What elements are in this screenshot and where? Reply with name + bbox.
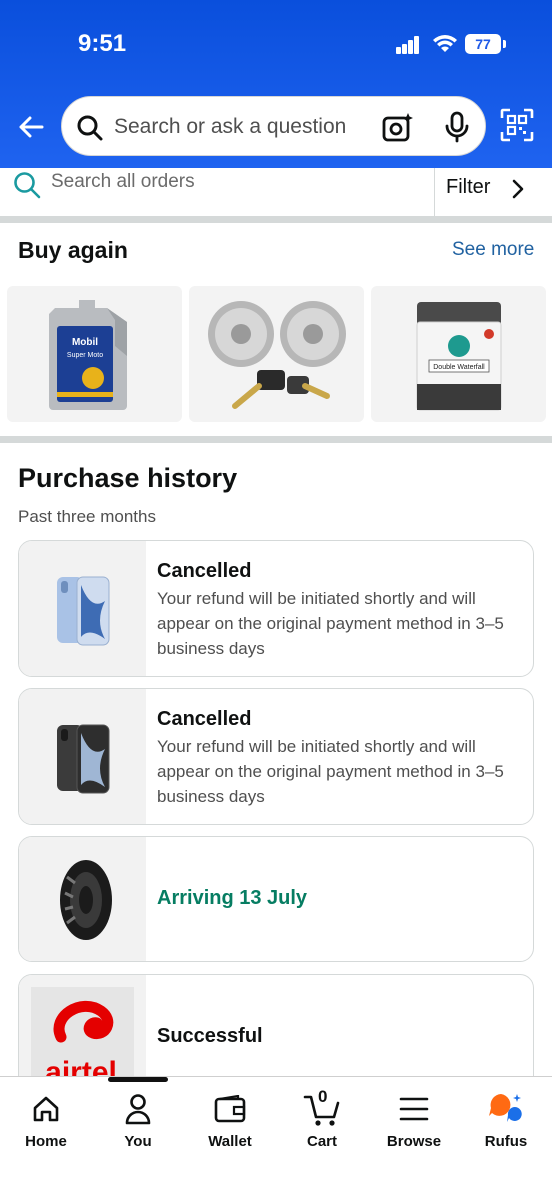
product-thumbnail [19,541,146,676]
cellular-signal-icon [396,36,420,54]
svg-text:Double Waterfall: Double Waterfall [433,364,485,371]
chevron-right-icon [512,179,524,199]
section-divider [0,436,552,443]
qr-scanner-icon[interactable] [500,108,534,142]
wallet-icon [214,1095,246,1123]
menu-icon [399,1097,429,1121]
order-card[interactable]: Cancelled Your refund will be initiated … [18,540,534,677]
status-time: 9:51 [78,30,127,57]
buy-again-item-washing-machine[interactable]: Double Waterfall [371,286,546,422]
order-status: Cancelled [157,708,252,730]
home-icon [33,1096,59,1122]
microphone-icon[interactable] [444,111,470,143]
camera-search-icon[interactable] [382,111,414,143]
product-thumbnail [19,689,146,824]
battery-indicator: 77 [465,34,506,54]
nav-rufus[interactable]: Rufus [471,1089,541,1150]
washing-machine-image: Double Waterfall [416,302,502,411]
nav-cart[interactable]: 0 Cart [287,1087,357,1150]
orders-search-input[interactable]: Search all orders [51,171,195,193]
svg-text:Mobil: Mobil [72,337,98,348]
phone-black-image [57,724,110,794]
order-card[interactable]: Cancelled Your refund will be initiated … [18,688,534,825]
purchase-history-subtitle: Past three months [18,507,156,526]
nav-you[interactable]: You [103,1089,173,1150]
motor-oil-image: Mobil Super Moto [49,300,127,410]
search-bar[interactable]: Search or ask a question [61,96,486,156]
person-icon [125,1094,151,1125]
back-arrow-icon[interactable] [14,110,48,144]
orders-search-row: Search all orders Filter [0,168,552,216]
buy-again-item-motor-oil[interactable]: Mobil Super Moto [7,286,182,422]
nav-wallet[interactable]: Wallet [195,1089,265,1150]
wifi-icon [433,35,457,52]
search-placeholder: Search or ask a question [114,115,347,138]
buy-again-item-padlocks[interactable] [189,286,364,422]
cart-count-badge: 0 [318,1087,328,1106]
app-header: 9:51 77 Search or ask a question [0,0,552,168]
scroll-indicator [108,1077,168,1082]
search-icon [77,115,103,141]
buy-again-title: Buy again [18,237,128,263]
divider [434,168,435,216]
see-more-link[interactable]: See more [452,239,534,261]
order-description: Your refund will be initiated shortly an… [157,737,504,806]
rufus-icon [489,1094,522,1122]
svg-text:Super Moto: Super Moto [67,352,103,359]
phone-blue-image [57,576,110,646]
order-status: Successful [157,1025,263,1047]
section-divider [0,216,552,223]
padlocks-image [208,301,346,409]
tyre-image [60,860,112,940]
order-status: Arriving 13 July [157,887,308,909]
purchase-history-title: Purchase history [18,463,238,493]
bottom-navigation: Home You Wallet 0 Cart Browse Rufus [0,1076,552,1200]
airtel-logo: airtel [31,987,134,1090]
nav-home[interactable]: Home [11,1089,81,1150]
nav-browse[interactable]: Browse [379,1089,449,1150]
search-icon [14,172,41,199]
order-description: Your refund will be initiated shortly an… [157,589,504,658]
order-status: Cancelled [157,560,252,582]
product-thumbnail [19,837,146,961]
filter-button[interactable]: Filter [446,176,490,199]
order-card[interactable]: Arriving 13 July [18,836,534,962]
